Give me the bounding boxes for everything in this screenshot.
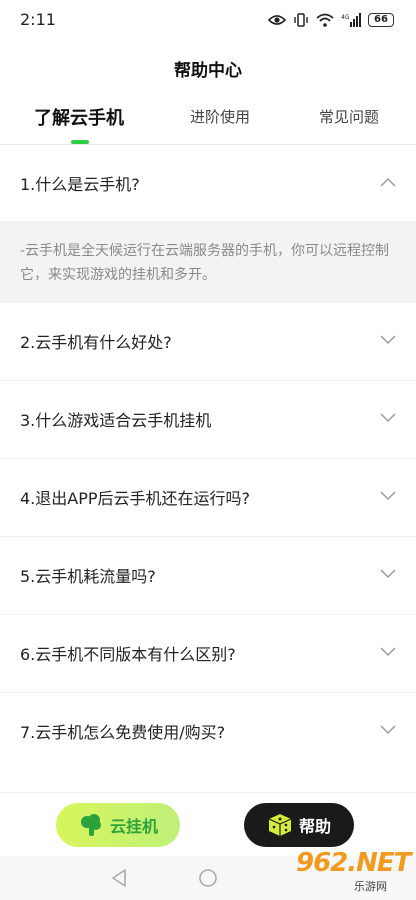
tab-advanced-usage[interactable]: 进阶使用 bbox=[190, 106, 250, 127]
chevron-down-icon bbox=[380, 725, 396, 735]
page-title: 帮助中心 bbox=[174, 61, 242, 81]
cloud-tree-icon bbox=[80, 814, 101, 836]
svg-text:4G: 4G bbox=[341, 14, 350, 21]
faq-list: 1.什么是云手机? -云手机是全天候运行在云端服务器的手机，你可以远程控制它，来… bbox=[0, 145, 416, 771]
faq-question: 3.什么游戏适合云手机挂机 bbox=[20, 411, 212, 430]
faq-item[interactable]: 2.云手机有什么好处? bbox=[0, 303, 416, 381]
cloud-hangup-button[interactable]: 云挂机 bbox=[56, 803, 180, 847]
wifi-icon bbox=[316, 13, 334, 27]
status-time: 2:11 bbox=[20, 10, 56, 29]
faq-question: 4.退出APP后云手机还在运行吗? bbox=[20, 489, 251, 508]
signal-icon: 4G bbox=[341, 13, 361, 27]
faq-question: 7.云手机怎么免费使用/购买? bbox=[20, 723, 226, 742]
watermark-sub: 乐游网 bbox=[354, 880, 387, 893]
chevron-down-icon bbox=[380, 491, 396, 501]
faq-item[interactable]: 5.云手机耗流量吗? bbox=[0, 537, 416, 615]
tab-learn-cloud-phone[interactable]: 了解云手机 bbox=[34, 104, 124, 130]
battery-icon: 66 bbox=[368, 13, 394, 27]
chevron-down-icon bbox=[380, 647, 396, 657]
faq-question: 1.什么是云手机? bbox=[20, 175, 140, 194]
eye-icon bbox=[268, 14, 286, 26]
faq-item[interactable]: 4.退出APP后云手机还在运行吗? bbox=[0, 459, 416, 537]
chevron-up-icon bbox=[380, 177, 396, 187]
nav-back-icon[interactable] bbox=[110, 868, 128, 888]
faq-item[interactable]: 3.什么游戏适合云手机挂机 bbox=[0, 381, 416, 459]
help-button[interactable]: 帮助 bbox=[244, 803, 354, 847]
faq-item[interactable]: 7.云手机怎么免费使用/购买? bbox=[0, 693, 416, 771]
faq-question: 5.云手机耗流量吗? bbox=[20, 567, 156, 586]
status-icons: 4G 66 bbox=[268, 11, 394, 29]
faq-question: 2.云手机有什么好处? bbox=[20, 333, 172, 352]
tab-bar: 了解云手机 进阶使用 常见问题 bbox=[0, 100, 416, 144]
chevron-down-icon bbox=[380, 569, 396, 579]
watermark-main: 962.NET bbox=[296, 848, 411, 878]
chevron-down-icon bbox=[380, 413, 396, 423]
tab-common-questions[interactable]: 常见问题 bbox=[319, 106, 379, 127]
vibrate-icon bbox=[293, 13, 309, 27]
status-bar: 2:11 4G 66 bbox=[0, 0, 416, 40]
help-label: 帮助 bbox=[298, 817, 331, 836]
faq-question: 6.云手机不同版本有什么区别? bbox=[20, 645, 236, 664]
watermark-logo: 962.NET 乐游网 bbox=[282, 846, 411, 898]
cloud-hangup-label: 云挂机 bbox=[109, 817, 158, 836]
dice-icon bbox=[268, 814, 292, 836]
faq-item[interactable]: 1.什么是云手机? bbox=[0, 145, 416, 221]
chevron-down-icon bbox=[380, 335, 396, 345]
faq-item[interactable]: 6.云手机不同版本有什么区别? bbox=[0, 615, 416, 693]
nav-home-icon[interactable] bbox=[198, 868, 218, 888]
faq-answer: -云手机是全天候运行在云端服务器的手机，你可以远程控制它，来实现游戏的挂机和多开… bbox=[0, 221, 416, 303]
